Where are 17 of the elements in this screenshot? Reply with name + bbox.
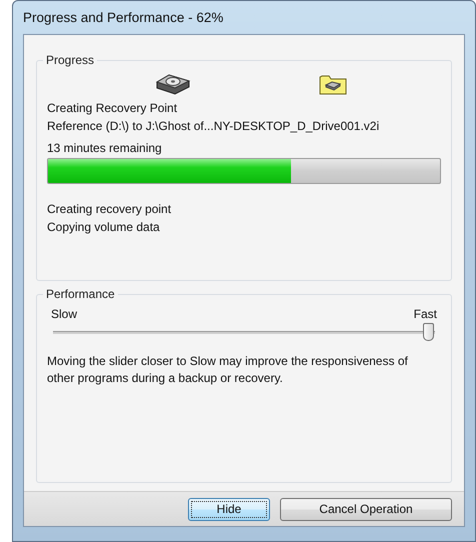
slider-thumb[interactable] — [423, 323, 434, 341]
slider-min-label: Slow — [51, 307, 78, 321]
hard-drive-icon — [155, 72, 191, 96]
slider-track[interactable] — [53, 321, 435, 343]
status-line: Creating recovery point — [47, 201, 172, 218]
slider-note: Moving the slider closer to Slow may improve the responsiveness of other programs during a backup or recovery. — [47, 353, 409, 387]
file-path-text: Reference (D:\) to J:\Ghost of...NY-DESKTOP_D_Drive001.v2i — [47, 118, 380, 135]
dialog-button[interactable]: Hide — [188, 498, 270, 520]
dialog-button[interactable]: Cancel Operation — [280, 498, 452, 520]
slider-max-label: Fast — [414, 307, 437, 321]
status-line: Copying volume data — [47, 219, 161, 236]
folder-icon — [319, 73, 347, 95]
group-label: Progress — [45, 53, 96, 67]
window-title: Progress and Performance - 62% — [23, 10, 224, 25]
group-label: Performance — [45, 287, 116, 301]
operation-heading: Creating Recovery Point — [47, 100, 178, 117]
time-remaining-text: 13 minutes remaining — [47, 140, 163, 157]
